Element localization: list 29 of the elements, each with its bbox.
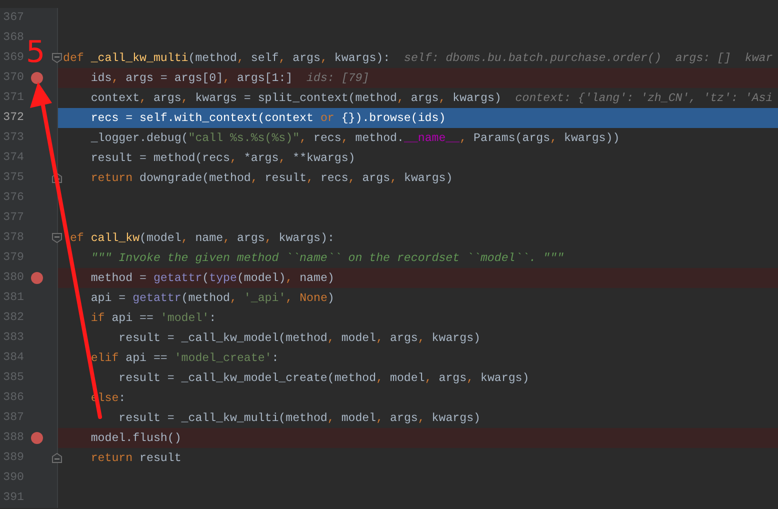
code-text: """ Invoke the given method ``name`` on the recordset ``model``. """ <box>90 252 564 264</box>
inline-hint: context: {'lang': 'zh_CN', 'tz': 'Asi <box>515 92 773 104</box>
code-text: return downgrade(method, result, recs, args, kwargs) <box>90 172 453 184</box>
code-text: result = _call_kw_model(method, model, args, kwargs) <box>118 332 480 344</box>
code-text: result = method(recs, *args, **kwargs) <box>90 152 356 164</box>
code-text: model.flush() <box>90 432 182 444</box>
breakpoint-icon[interactable] <box>31 432 43 444</box>
inline-hint: self: dboms.bu.batch.purchase.order() args: [] kwar <box>404 52 773 64</box>
line-number: 372 <box>2 111 24 125</box>
code-text: result = _call_kw_model_create(method, model, args, kwargs) <box>118 372 530 384</box>
code-text: recs = self.with_context(context or {}).browse(ids) <box>90 112 446 124</box>
annotation-number: 5 <box>26 36 46 70</box>
code-text: result = _call_kw_multi(method, model, args, kwargs) <box>118 412 480 424</box>
fold-icon[interactable] <box>52 233 62 243</box>
code-text: method = getattr(type(model), name) <box>90 272 334 284</box>
code-text: return result <box>90 452 182 464</box>
fold-icon[interactable] <box>52 53 62 63</box>
breakpoint-icon[interactable] <box>31 272 43 284</box>
code-text: ids, args = args[0], args[1:] <box>90 72 293 84</box>
inline-hint: ids: [79] <box>306 72 370 84</box>
code-text: if api == 'model': <box>90 312 216 324</box>
code-text: _logger.debug("call %s.%s(%s)", recs, method.__name__, Params(args, kwargs)) <box>90 132 620 144</box>
code-text: api = getattr(method, '_api', None) <box>90 292 334 304</box>
breakpoint-icon[interactable] <box>31 72 43 84</box>
code-text: elif api == 'model_create': <box>90 352 279 364</box>
code-text: ef call_kw(model, name, args, kwargs): <box>68 232 334 244</box>
code-text: def _call_kw_multi(method, self, args, kwargs): <box>63 52 390 64</box>
fold-icon[interactable] <box>52 453 62 463</box>
code-text: context, args, kwargs = split_context(method, args, kwargs) <box>90 92 502 104</box>
